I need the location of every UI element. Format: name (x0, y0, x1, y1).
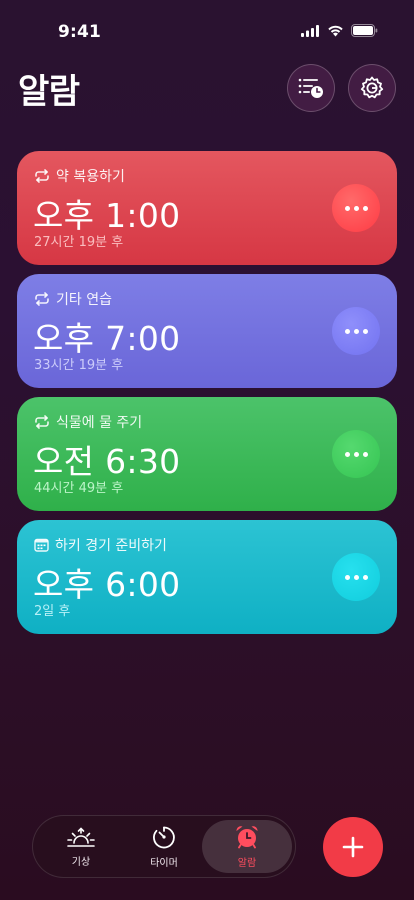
alarm-label-row: 기타 연습 (34, 289, 112, 309)
alarm-card[interactable]: 기타 연습 오후 7:00 33시간 19분 후 (17, 274, 397, 388)
alarm-countdown: 27시간 19분 후 (34, 235, 124, 250)
alarm-label-row: 하키 경기 준비하기 (34, 535, 167, 555)
calendar-icon (34, 538, 49, 552)
alarm-time: 오후 6:00 (33, 565, 181, 604)
alarm-more-button[interactable] (332, 430, 380, 478)
tab-label: 알람 (237, 858, 257, 869)
alarm-countdown: 2일 후 (34, 604, 71, 619)
alarm-countdown: 44시간 49분 후 (34, 481, 124, 496)
status-time: 9:41 (58, 22, 102, 42)
alarm-time: 오후 7:00 (33, 319, 181, 358)
alarm-time: 오전 6:30 (33, 442, 181, 481)
more-icon (344, 574, 350, 580)
tab-label: 기상 (71, 857, 91, 868)
alarm-more-button[interactable] (332, 184, 380, 232)
alarm-time: 오후 1:00 (33, 196, 181, 235)
plus-icon (342, 836, 364, 858)
repeat-icon (35, 292, 49, 306)
alarm-list-button[interactable] (287, 64, 335, 112)
alarm-label: 식물에 물 주기 (56, 415, 143, 431)
settings-gear-icon (360, 76, 384, 99)
status-bar: 9:41 (0, 0, 414, 54)
alarm-more-button[interactable] (332, 553, 380, 601)
alarm-countdown: 33시간 19분 후 (34, 358, 124, 373)
tab-wake-up[interactable]: 기상 (36, 820, 126, 873)
alarm-card[interactable]: 식물에 물 주기 오전 6:30 44시간 49분 후 (17, 397, 397, 511)
more-icon (344, 451, 350, 457)
alarm-label-row: 식물에 물 주기 (34, 412, 142, 432)
battery-icon (351, 24, 378, 37)
tab-alarm[interactable]: 알람 (202, 820, 292, 873)
alarm-card[interactable]: 약 복용하기 오후 1:00 27시간 19분 후 (17, 151, 397, 265)
more-icon (344, 328, 350, 334)
alarm-label: 약 복용하기 (56, 169, 125, 185)
repeat-icon (35, 415, 49, 429)
cellular-signal-icon (301, 24, 319, 37)
alarm-label-row: 약 복용하기 (34, 166, 125, 186)
repeat-icon (35, 169, 49, 183)
tab-timer[interactable]: 타이머 (119, 820, 209, 873)
list-clock-icon (298, 78, 323, 98)
status-icons (301, 24, 378, 37)
alarm-settings-button[interactable] (348, 64, 396, 112)
alarm-card[interactable]: 하키 경기 준비하기 오후 6:00 2일 후 (17, 520, 397, 634)
alarm-clock-icon (236, 826, 258, 849)
alarm-more-button[interactable] (332, 307, 380, 355)
add-alarm-button[interactable] (323, 817, 383, 877)
alarm-label: 하키 경기 준비하기 (55, 538, 167, 554)
wifi-icon (328, 25, 343, 36)
timer-icon (153, 826, 175, 849)
sunrise-icon (67, 827, 95, 847)
more-icon (344, 205, 350, 211)
alarm-label: 기타 연습 (56, 292, 112, 308)
page-title: 알람 (18, 72, 80, 112)
tab-label: 타이머 (150, 858, 178, 869)
tab-bar: 기상 타이머 알람 (32, 815, 296, 878)
